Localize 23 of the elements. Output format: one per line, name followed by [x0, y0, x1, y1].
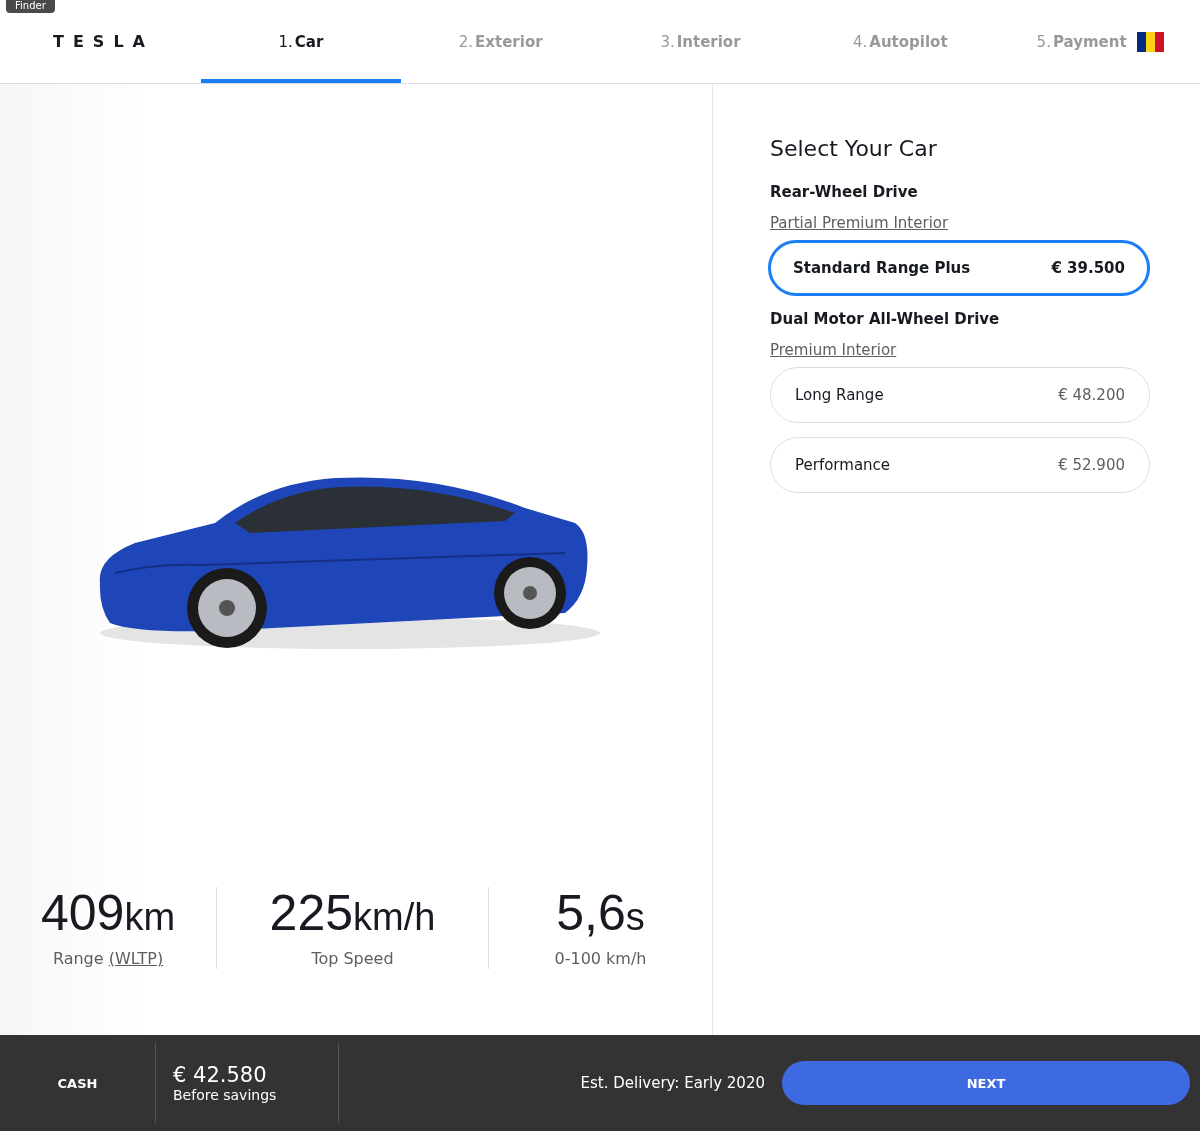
interior-link[interactable]: Premium Interior: [770, 341, 897, 359]
price-note: Before savings: [173, 1087, 278, 1103]
drivetrain-heading: Rear-Wheel Drive: [770, 183, 919, 201]
payment-type: CASH: [56, 1075, 99, 1091]
stat-value: 225km/h: [269, 887, 436, 943]
panel-title: Select Your Car: [770, 136, 938, 161]
interior-link[interactable]: Partial Premium Interior: [770, 214, 949, 232]
stat-value: 409km: [40, 887, 176, 943]
trim-option[interactable]: Long Range € 48.200: [770, 367, 1150, 423]
logo[interactable]: TESLA: [53, 32, 154, 51]
stat-label: Top Speed: [311, 949, 394, 968]
total-price: € 42.580: [173, 1063, 268, 1087]
flag-icon[interactable]: [1136, 31, 1164, 52]
tooltip: Finder: [6, 0, 55, 13]
next-button[interactable]: NEXT: [782, 1061, 1190, 1105]
stat-value: 5,6s: [556, 887, 645, 943]
stat-label: Range (WLTP): [52, 949, 164, 968]
stat-label: 0-100 km/h: [554, 949, 647, 968]
drivetrain-heading: Dual Motor All-Wheel Drive: [770, 310, 1001, 328]
trim-option[interactable]: Performance € 52.900: [770, 437, 1150, 493]
wltp-link[interactable]: (WLTP): [108, 949, 164, 968]
trim-option[interactable]: Standard Range Plus € 39.500: [768, 240, 1150, 296]
delivery-estimate: Est. Delivery: Early 2020: [580, 1074, 765, 1092]
